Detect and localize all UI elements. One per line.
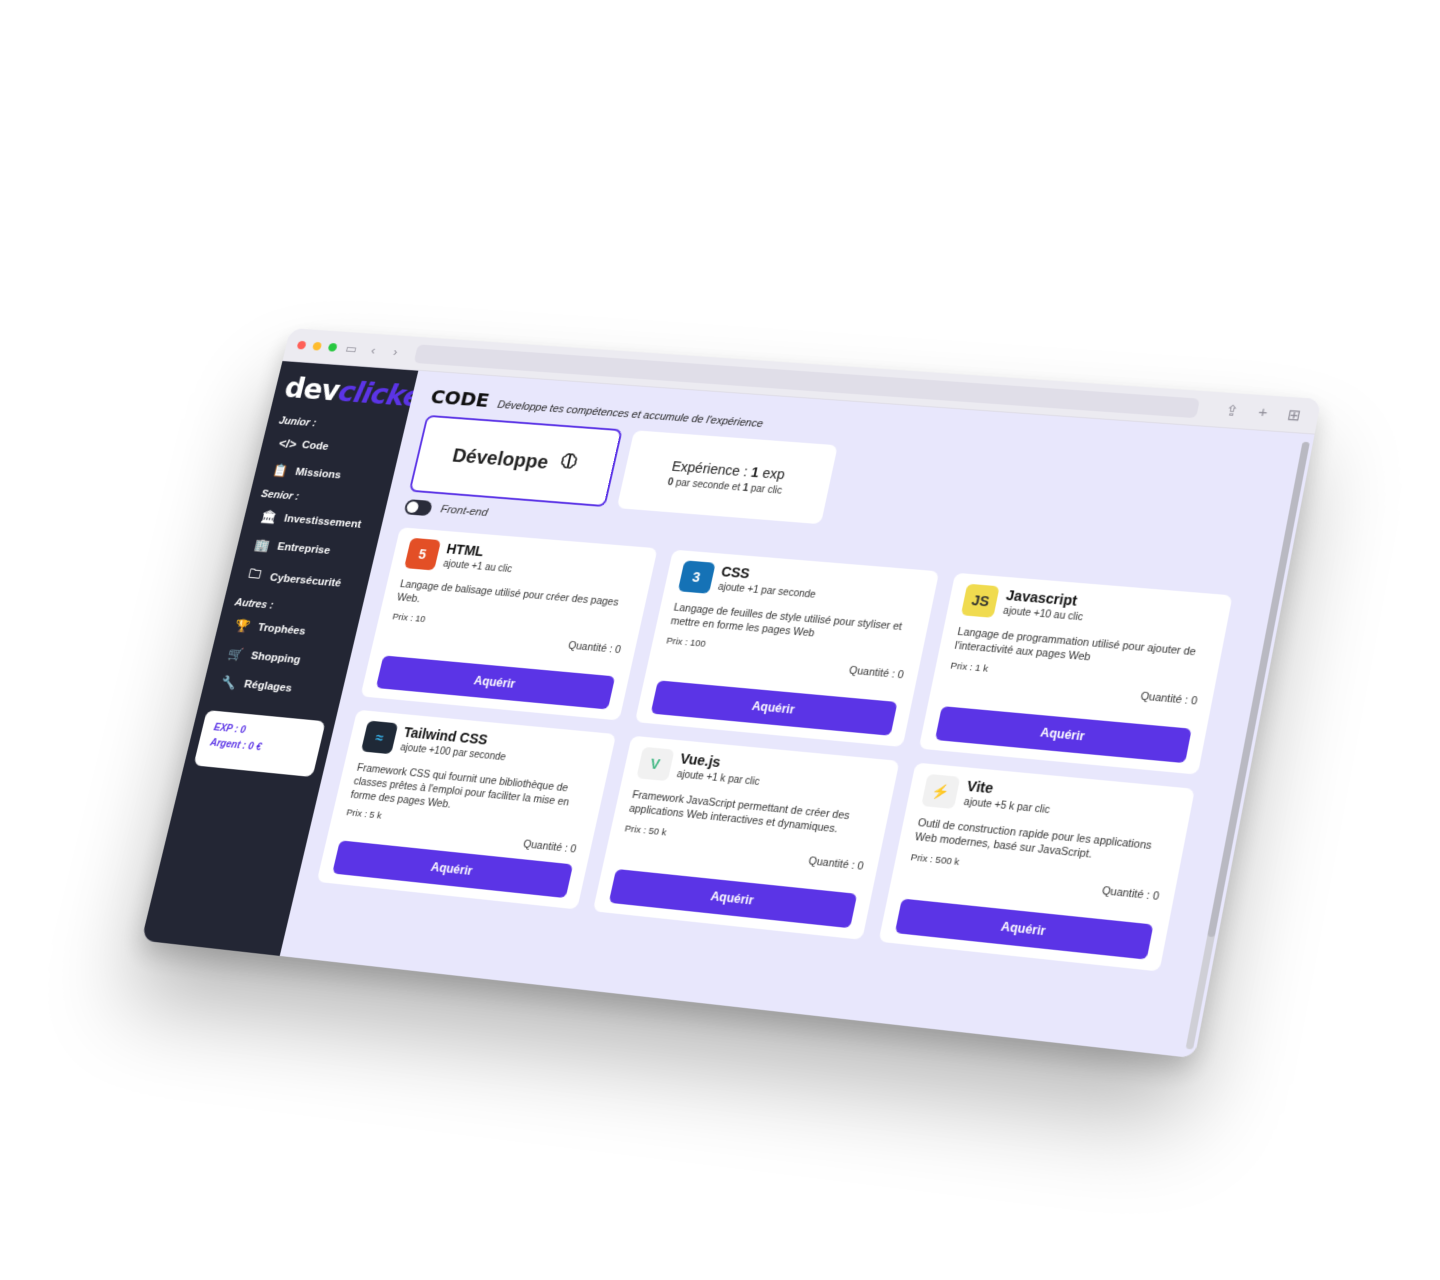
app-logo[interactable]: devclicker xyxy=(281,371,437,415)
tailwind-css-logo-icon: ≈ xyxy=(360,720,399,755)
sidebar-toggle-icon[interactable]: ▭ xyxy=(342,341,360,357)
acquire-button[interactable]: Aquérir xyxy=(895,898,1154,960)
close-window-button[interactable] xyxy=(296,340,307,350)
wrench-icon: 🔧 xyxy=(219,674,238,691)
folder-lock-icon: 🗀 xyxy=(247,566,263,582)
vite-logo-icon: ⚡ xyxy=(921,773,961,810)
skill-card: 3 CSS ajoute +1 par seconde Langage de f… xyxy=(634,549,940,748)
skill-card: 5 HTML ajoute +1 au clic Langage de bali… xyxy=(360,527,658,721)
logo-dev: dev xyxy=(281,371,343,408)
building-icon: 🏢 xyxy=(252,537,272,553)
new-tab-icon[interactable]: + xyxy=(1250,403,1276,421)
page-title: CODE xyxy=(428,385,492,412)
maximize-window-button[interactable] xyxy=(327,342,338,352)
skill-card: ≈ Tailwind CSS ajoute +100 par seconde F… xyxy=(316,709,616,910)
javascript-logo-icon: JS xyxy=(961,583,1000,618)
acquire-button[interactable]: Aquérir xyxy=(608,868,858,929)
minimize-window-button[interactable] xyxy=(311,341,323,351)
sidebar-item-label: Entreprise xyxy=(276,541,332,557)
rate-per-click-text: par clic xyxy=(747,482,783,497)
brain-icon xyxy=(554,451,581,479)
html-logo-icon: 5 xyxy=(404,537,442,571)
frontend-toggle[interactable] xyxy=(403,499,434,517)
sidebar-item-label: Investissement xyxy=(282,513,363,531)
vue-js-logo-icon: V xyxy=(635,746,675,782)
code-icon: </> xyxy=(277,435,299,452)
bank-icon: 🏛 xyxy=(259,509,279,525)
app: devclicker Junior : </> Code 📋 Missions Senio… xyxy=(141,361,1315,1059)
acquire-button[interactable]: Aquérir xyxy=(935,706,1192,764)
skills-grid: 5 HTML ajoute +1 au clic Langage de bali… xyxy=(316,527,1262,974)
experience-unit: exp xyxy=(757,464,787,482)
skill-card: JS Javascript ajoute +10 au clic Langage… xyxy=(918,572,1233,775)
back-icon[interactable]: ‹ xyxy=(364,343,382,358)
forward-icon[interactable]: › xyxy=(387,344,405,359)
stats-panel: EXP : 0 Argent : 0 € xyxy=(193,710,326,778)
tab-overview-icon[interactable]: ⊞ xyxy=(1281,405,1307,424)
cart-icon: 🛒 xyxy=(226,646,245,662)
sidebar-item-label: Code xyxy=(300,439,330,453)
acquire-button[interactable]: Aquérir xyxy=(375,655,615,710)
experience-prefix: Expérience : xyxy=(670,457,754,480)
frontend-toggle-label: Front-end xyxy=(439,503,489,519)
browser-window: ▭ ‹ › ⇪ + ⊞ devclicker Junior : </> Code 📋 M… xyxy=(141,328,1322,1059)
card-title: HTML xyxy=(445,540,486,560)
sidebar-item-label: Missions xyxy=(294,466,343,482)
stage: ▭ ‹ › ⇪ + ⊞ devclicker Junior : </> Code 📋 M… xyxy=(0,0,1440,1280)
rate-per-second-text: par seconde et xyxy=(672,477,744,494)
sidebar-item-label: Réglages xyxy=(242,678,293,695)
skill-card: ⚡ Vite ajoute +5 k par clic Outil de con… xyxy=(878,762,1195,972)
skill-card: V Vue.js ajoute +1 k par clic Framework … xyxy=(592,735,900,940)
acquire-button[interactable]: Aquérir xyxy=(650,680,898,736)
card-gain: ajoute +1 au clic xyxy=(442,558,514,576)
trophy-icon: 🏆 xyxy=(233,618,252,634)
sidebar-item-label: Cybersécurité xyxy=(268,572,343,590)
develop-label: Développe xyxy=(450,445,551,474)
main-content: CODE Développe tes compétences et accumu… xyxy=(279,370,1315,1059)
sidebar-item-label: Shopping xyxy=(249,650,302,667)
sidebar-item-label: Trophées xyxy=(256,621,307,638)
share-icon[interactable]: ⇪ xyxy=(1219,401,1245,420)
develop-button[interactable]: Développe xyxy=(408,414,623,508)
css-logo-icon: 3 xyxy=(677,560,716,594)
clipboard-icon: 📋 xyxy=(271,462,290,478)
experience-card: Expérience : 1 exp 0 par seconde et 1 pa… xyxy=(616,430,838,525)
